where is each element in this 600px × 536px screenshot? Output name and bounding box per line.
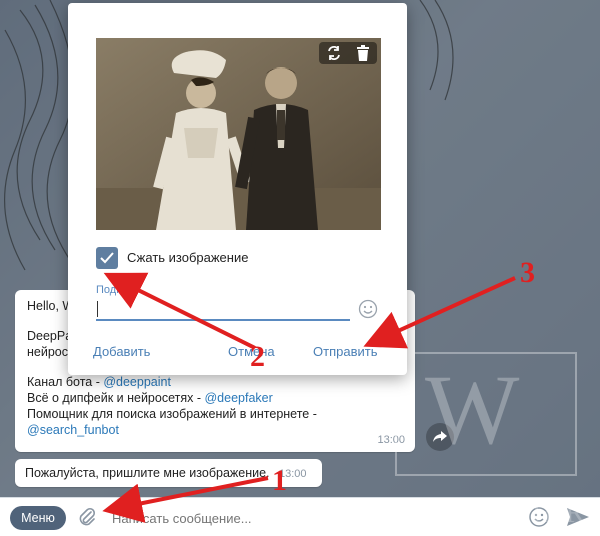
watermark-logo: W	[425, 354, 520, 465]
bot-channel-prefix: Канал бота -	[27, 375, 104, 389]
annotation-number: 2	[250, 340, 265, 373]
emoji-icon[interactable]	[358, 299, 378, 319]
bot-channel-line: Канал бота - @deeppaint	[27, 374, 403, 390]
send-photo-dialog: Сжать изображение Подпи Добавить Отмена …	[68, 3, 407, 375]
deepfake-line: Всё о дипфейк и нейросетях - @deepfaker	[27, 390, 403, 406]
search-bot-link[interactable]: @search_funbot	[27, 423, 119, 437]
watermark-text: WEBTOUCH.RU	[370, 496, 600, 529]
rotate-icon[interactable]	[326, 45, 342, 61]
deepfake-prefix: Всё о дипфейк и нейросетях -	[27, 391, 205, 405]
search-line: Помощник для поиска изображений в интерн…	[27, 407, 317, 421]
caption-input[interactable]	[96, 299, 350, 321]
bot-channel-link[interactable]: @deeppaint	[103, 375, 171, 389]
send-button[interactable]: Отправить	[313, 344, 377, 359]
message-text: Пожалуйста, пришлите мне изображение.	[25, 466, 270, 480]
compress-label[interactable]: Сжать изображение	[127, 250, 248, 265]
menu-button[interactable]: Меню	[10, 506, 66, 530]
text-caret	[97, 301, 98, 317]
annotation-number: 1	[272, 464, 287, 497]
photo-tools	[319, 42, 377, 64]
annotation-number: 3	[520, 256, 535, 289]
photo-preview	[96, 38, 381, 230]
trash-icon[interactable]	[356, 45, 370, 61]
paperclip-icon[interactable]	[76, 506, 98, 528]
compress-checkbox[interactable]	[96, 247, 118, 269]
caption-label: Подпи	[96, 284, 129, 296]
vintage-photo	[96, 38, 381, 230]
add-button[interactable]: Добавить	[93, 344, 150, 359]
checkmark-icon	[100, 252, 114, 264]
deepfake-link[interactable]: @deepfaker	[204, 391, 272, 405]
